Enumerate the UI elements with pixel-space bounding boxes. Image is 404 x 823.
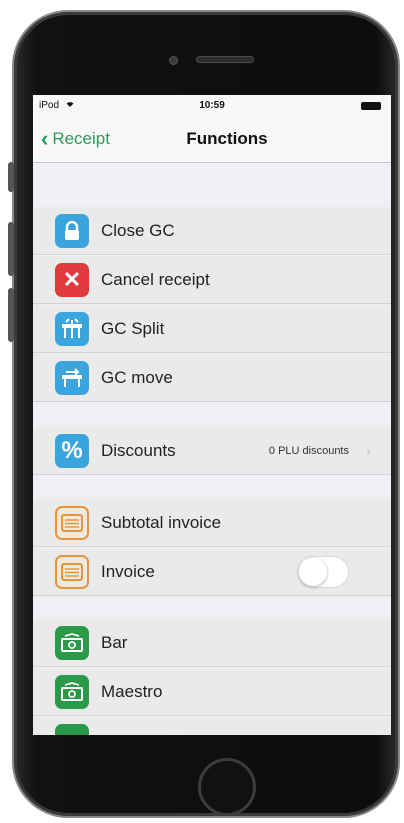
row-label: Maestro — [101, 681, 163, 701]
table-move-icon — [55, 360, 89, 395]
status-time: 10:59 — [199, 100, 225, 111]
home-button[interactable] — [198, 758, 256, 816]
cash-icon — [55, 674, 89, 709]
row-label: Cancel receipt — [101, 269, 210, 289]
discounts-detail: 0 PLU discounts — [268, 444, 349, 457]
toggle-knob — [299, 557, 327, 586]
row-close-gc[interactable]: Close GC — [33, 207, 391, 255]
row-label: Close GC — [101, 220, 175, 240]
row-label: GC Split — [101, 318, 165, 338]
invoice-icon — [55, 505, 89, 540]
row-bar[interactable]: Bar — [33, 619, 391, 667]
status-bar: iPod 10:59 — [33, 95, 391, 117]
row-maestro[interactable]: Maestro — [33, 668, 391, 716]
earpiece-speaker — [196, 56, 254, 63]
navigation-bar: ‹ Receipt Functions — [33, 117, 391, 163]
page-title: Functions — [186, 129, 268, 148]
chevron-right-icon: › — [366, 442, 371, 459]
row-label: GC move — [101, 367, 173, 387]
screen: iPod 10:59 ‹ Receipt Functions Close GC … — [33, 95, 391, 735]
row-label: Discounts — [101, 440, 176, 460]
row-gc-split[interactable]: GC Split — [33, 305, 391, 353]
x-icon: ✕ — [55, 262, 89, 297]
row-label: Bar — [101, 632, 128, 652]
percent-icon: % — [55, 433, 89, 468]
row-cancel-receipt[interactable]: ✕ Cancel receipt — [33, 256, 391, 304]
volume-up-button — [8, 222, 14, 276]
volume-down-button — [8, 288, 14, 342]
battery-icon — [361, 102, 381, 110]
lock-icon — [55, 213, 89, 248]
invoice-icon — [55, 554, 89, 589]
row-partial[interactable] — [33, 717, 391, 735]
row-discounts[interactable]: % Discounts 0 PLU discounts › — [33, 427, 391, 475]
front-camera — [169, 56, 178, 65]
cash-icon — [55, 625, 89, 660]
cash-icon — [55, 723, 89, 735]
mute-switch — [8, 162, 14, 192]
invoice-toggle[interactable] — [297, 555, 349, 588]
row-label: Invoice — [101, 561, 155, 581]
row-invoice[interactable]: Invoice — [33, 548, 391, 596]
row-gc-move[interactable]: GC move — [33, 354, 391, 402]
table-split-icon — [55, 311, 89, 346]
row-label: Subtotal invoice — [101, 512, 222, 532]
row-subtotal-invoice[interactable]: Subtotal invoice — [33, 499, 391, 547]
